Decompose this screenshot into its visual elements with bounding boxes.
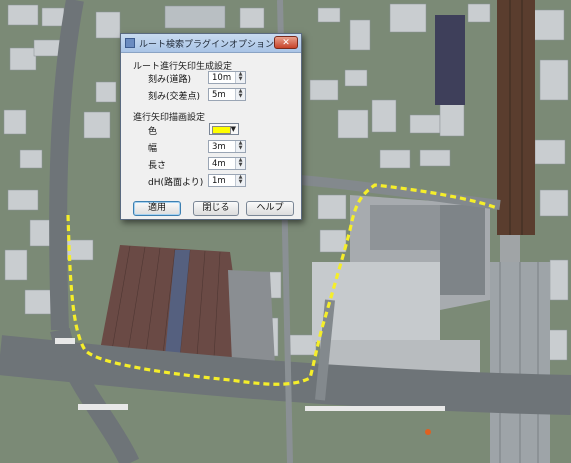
width-stepper[interactable]: 3m ▲ ▼ bbox=[208, 140, 246, 153]
apply-button[interactable]: 適用 bbox=[133, 201, 181, 216]
chevron-down-icon[interactable]: ▼ bbox=[231, 124, 236, 135]
color-picker[interactable]: ▼ bbox=[209, 123, 239, 135]
width-label: 幅 bbox=[148, 144, 158, 154]
height-stepper[interactable]: 1m ▲ ▼ bbox=[208, 174, 246, 187]
height-value[interactable]: 1m bbox=[212, 175, 226, 187]
route-search-options-dialog: ルート検索プラグインオプション ✕ ルート進行矢印生成設定 刻み(道路) 10m… bbox=[120, 33, 302, 220]
length-value[interactable]: 4m bbox=[212, 158, 226, 170]
color-swatch bbox=[212, 126, 231, 134]
dialog-titlebar[interactable]: ルート検索プラグインオプション ✕ bbox=[121, 34, 301, 53]
color-label: 色 bbox=[148, 127, 158, 137]
width-value[interactable]: 3m bbox=[212, 141, 226, 153]
spacing-intersection-label: 刻み(交差点) bbox=[148, 92, 201, 102]
close-icon[interactable]: ✕ bbox=[274, 36, 298, 49]
help-button[interactable]: ヘルプ bbox=[246, 201, 294, 216]
spacing-road-label: 刻み(道路) bbox=[148, 75, 192, 85]
dialog-title: ルート検索プラグインオプション bbox=[139, 40, 275, 50]
spacing-road-value[interactable]: 10m bbox=[212, 72, 231, 84]
length-label: 長さ bbox=[148, 161, 167, 171]
spin-arrows-icon[interactable]: ▲ ▼ bbox=[235, 158, 245, 169]
spin-arrows-icon[interactable]: ▲ ▼ bbox=[235, 89, 245, 100]
section-drawing-title: 進行矢印描画設定 bbox=[133, 113, 206, 123]
rail-track bbox=[497, 0, 535, 235]
spacing-intersection-value[interactable]: 5m bbox=[212, 89, 226, 101]
height-label: dH(路面より) bbox=[148, 178, 204, 188]
spacing-intersection-stepper[interactable]: 5m ▲ ▼ bbox=[208, 88, 246, 101]
spin-arrows-icon[interactable]: ▲ ▼ bbox=[235, 175, 245, 186]
tower bbox=[435, 15, 465, 105]
spin-arrows-icon[interactable]: ▲ ▼ bbox=[235, 141, 245, 152]
close-button[interactable]: 閉じる bbox=[193, 201, 239, 216]
spin-arrows-icon[interactable]: ▲ ▼ bbox=[235, 72, 245, 83]
spacing-road-stepper[interactable]: 10m ▲ ▼ bbox=[208, 71, 246, 84]
length-stepper[interactable]: 4m ▲ ▼ bbox=[208, 157, 246, 170]
app-icon bbox=[125, 38, 135, 48]
